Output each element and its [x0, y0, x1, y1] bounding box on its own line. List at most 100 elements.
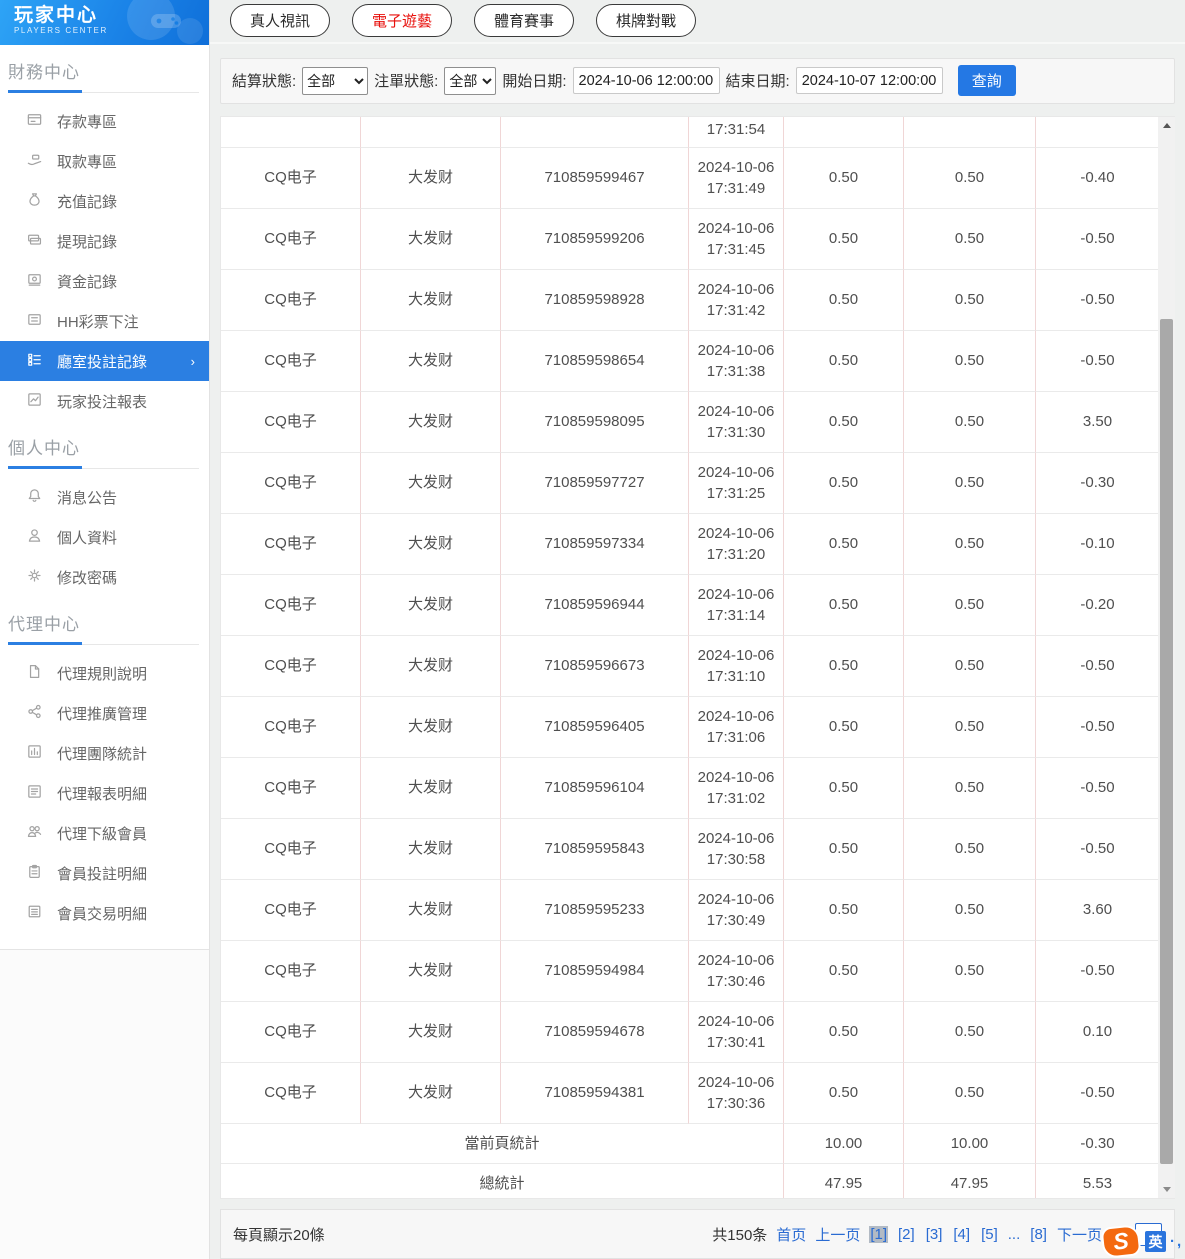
next-page-link[interactable]: 下一页 — [1057, 1224, 1102, 1245]
end-date-label: 結束日期: — [725, 73, 790, 91]
bell-icon — [26, 487, 43, 508]
cell-game-name: 大发财 — [361, 940, 501, 1002]
cell-order-no: 710859598928 — [501, 269, 689, 331]
cell-valid-amount: 0.50 — [904, 391, 1036, 453]
sidebar-item[interactable]: 修改密碼 — [0, 557, 209, 597]
cell-profit: -0.50 — [1036, 209, 1159, 270]
sidebar-menu-list: 財務中心 存款專區 取款專區 充值記錄 提現記錄 資金記錄 HH彩票下注 廳室投註記錄 › 玩家投… — [0, 58, 209, 950]
total-count-text: 共150条 — [712, 1226, 768, 1244]
section-divider — [8, 466, 199, 469]
sidebar: 玩家中心 PLAYERS CENTER 財務中心 存款專區 取款專區 充值記錄 提現記錄… — [0, 0, 210, 1259]
ime-language-badge[interactable]: 英 — [1145, 1231, 1166, 1252]
cell-profit — [1036, 117, 1159, 148]
end-date-input[interactable] — [795, 67, 943, 95]
sidebar-item-label: 資金記錄 — [57, 273, 118, 291]
triangle-down-icon — [1162, 1187, 1171, 1193]
page-number-link[interactable]: [1] — [869, 1225, 889, 1243]
scrollbar-thumb[interactable] — [1160, 318, 1173, 1164]
bet-date: 2024-10-06 — [697, 524, 775, 542]
sidebar-item[interactable]: 個人資料 — [0, 517, 209, 557]
bet-date: 2024-10-06 — [697, 341, 775, 359]
game-category-tab[interactable]: 真人視訊 — [230, 4, 331, 38]
clipboard-icon — [26, 863, 43, 884]
cell-game-name: 大发财 — [361, 574, 501, 636]
sidebar-item[interactable]: 消息公告 — [0, 477, 209, 517]
cell-order-no: 710859596944 — [501, 574, 689, 636]
sidebar-item[interactable]: 會員投註明細 — [0, 853, 209, 893]
chevron-right-icon: › — [190, 353, 195, 369]
sidebar-item[interactable]: 廳室投註記錄 › — [0, 341, 209, 381]
sidebar-item-label: 代理推廣管理 — [57, 705, 148, 723]
sidebar-item-label: 會員投註明細 — [57, 865, 148, 883]
game-category-tab[interactable]: 電子遊藝 — [352, 4, 453, 38]
sidebar-item[interactable]: HH彩票下注 — [0, 301, 209, 341]
cell-order-no: 710859596405 — [501, 696, 689, 758]
bet-date: 2024-10-06 — [697, 280, 775, 298]
cell-profit: -0.20 — [1036, 575, 1159, 636]
sidebar-item[interactable]: 代理報表明細 — [0, 773, 209, 813]
cell-order-no: 710859598654 — [501, 330, 689, 392]
bet-clock: 17:31:45 — [706, 240, 766, 258]
section-title: 個人中心 — [8, 439, 80, 458]
cell-game-name: 大发财 — [361, 269, 501, 331]
sidebar-item[interactable]: 玩家投注報表 — [0, 381, 209, 421]
sidebar-item[interactable]: 會員交易明細 — [0, 893, 209, 933]
cell-valid-amount: 0.50 — [904, 1062, 1036, 1124]
sidebar-item[interactable]: 代理推廣管理 — [0, 693, 209, 733]
cell-bet-time: 2024-10-06 17:31:02 — [689, 757, 784, 819]
cell-game-type: CQ电子 — [221, 1001, 361, 1063]
sidebar-item[interactable]: 存款專區 — [0, 101, 209, 141]
page-number-link[interactable]: [3] — [925, 1226, 944, 1243]
page-number-link[interactable]: [2] — [897, 1226, 916, 1243]
cell-bet-time: 2024-10-06 17:30:36 — [689, 1062, 784, 1124]
cell-bet-time: 2024-10-06 17:31:14 — [689, 574, 784, 636]
bet-clock: 17:31:38 — [706, 362, 766, 380]
sogou-ime-icon[interactable]: S — [1100, 1224, 1142, 1259]
scroll-down-button[interactable] — [1158, 1181, 1175, 1198]
ime-toolbar-dots[interactable]: ·, — [1170, 1233, 1183, 1250]
cell-profit: -0.50 — [1036, 636, 1159, 697]
cell-valid-amount: 0.50 — [904, 818, 1036, 880]
game-category-tab[interactable]: 棋牌對戰 — [596, 4, 697, 38]
bet-date: 2024-10-06 — [697, 646, 775, 664]
page-number-link[interactable]: [8] — [1029, 1226, 1048, 1243]
cell-game-type: CQ电子 — [221, 147, 361, 209]
bet-date: 2024-10-06 — [697, 768, 775, 786]
cell-game-type: CQ电子 — [221, 1062, 361, 1124]
sidebar-item[interactable]: 取款專區 — [0, 141, 209, 181]
sidebar-item[interactable]: 代理團隊統計 — [0, 733, 209, 773]
scroll-up-button[interactable] — [1158, 117, 1175, 134]
sidebar-item[interactable]: 提現記錄 — [0, 221, 209, 261]
bet-clock: 17:31:25 — [706, 484, 766, 502]
bet-date: 2024-10-06 — [697, 707, 775, 725]
start-date-input[interactable] — [572, 67, 720, 95]
cell-valid-amount: 0.50 — [904, 269, 1036, 331]
settle-status-select[interactable]: 全部 — [302, 66, 369, 95]
cell-bet-amount: 0.50 — [784, 147, 904, 209]
gamepad-icon — [125, 0, 205, 45]
sidebar-item-label: 代理團隊統計 — [57, 745, 148, 763]
sidebar-header: 玩家中心 PLAYERS CENTER — [0, 0, 209, 45]
cell-bet-time: 2024-10-06 17:31:25 — [689, 452, 784, 514]
sidebar-item[interactable]: 代理規則說明 — [0, 653, 209, 693]
sidebar-item-label: 取款專區 — [57, 153, 118, 171]
sidebar-item-label: 消息公告 — [57, 489, 118, 507]
cell-game-type: CQ电子 — [221, 269, 361, 331]
sidebar-item[interactable]: 資金記錄 — [0, 261, 209, 301]
cell-valid-amount: 0.50 — [904, 330, 1036, 392]
search-button[interactable]: 查詢 — [957, 65, 1016, 97]
cell-valid-amount: 0.50 — [904, 757, 1036, 819]
sidebar-item[interactable]: 代理下級會員 — [0, 813, 209, 853]
cell-game-name: 大发财 — [361, 757, 501, 819]
game-category-tab[interactable]: 體育賽事 — [474, 4, 575, 38]
order-status-select[interactable]: 全部 — [444, 66, 497, 95]
page-number-link[interactable]: [4] — [952, 1226, 971, 1243]
page-number-link[interactable]: [5] — [980, 1226, 999, 1243]
cell-bet-amount: 0.50 — [784, 452, 904, 514]
sidebar-item-label: 個人資料 — [57, 529, 118, 547]
vertical-scrollbar[interactable] — [1158, 116, 1175, 1199]
cell-game-type: CQ电子 — [221, 452, 361, 514]
prev-page-link[interactable]: 上一页 — [815, 1224, 860, 1245]
sidebar-item[interactable]: 充值記錄 — [0, 181, 209, 221]
first-page-link[interactable]: 首页 — [776, 1224, 806, 1245]
